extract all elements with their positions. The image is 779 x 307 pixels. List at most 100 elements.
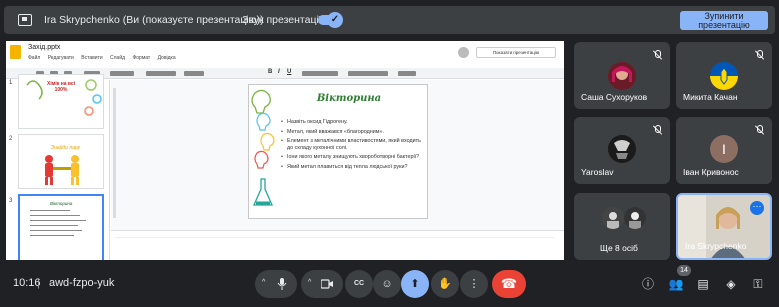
avatar <box>624 207 646 229</box>
people-icon[interactable]: 👥 <box>668 276 684 292</box>
presenting-bar: Ira Skrypchenko (Ви (показуєте презентац… <box>4 6 775 34</box>
lock-icon[interactable]: ⚿ <box>750 276 766 292</box>
slides-header: Захід.pptx Файл Редагувати Вставити Слай… <box>6 41 564 67</box>
raise-hand-icon: ✋ <box>438 278 452 290</box>
presentation-sound-label: Звук презентації <box>242 14 322 26</box>
camera-icon <box>321 279 333 289</box>
avatar-photo <box>608 135 636 163</box>
participant-tile[interactable]: Yaroslav <box>574 117 670 184</box>
raise-hand-button[interactable]: ✋ <box>431 270 459 298</box>
thumb-line <box>30 230 82 231</box>
bold-icon: B <box>268 69 273 75</box>
underline-icon: U <box>287 69 292 75</box>
slide-thumbnail: Знайди пару <box>18 134 104 189</box>
thumb-text: Вікторина <box>50 201 73 206</box>
mic-off-icon <box>652 50 662 60</box>
slide-bullet: Назвіть оксид Гідрогену. <box>281 119 425 126</box>
menu-insert: Вставити <box>81 55 103 61</box>
notes-divider <box>115 237 555 238</box>
presenter-status: Ira Skrypchenko (Ви (показуєте презентац… <box>44 14 264 26</box>
ukraine-flag-avatar <box>710 62 738 90</box>
flask-illustration-icon <box>26 79 102 116</box>
current-slide: Вікторина Назвіть оксид Гідрогену. Метал… <box>248 84 428 219</box>
camera-button[interactable]: ^ <box>301 270 343 298</box>
avatar <box>710 62 738 90</box>
thumb-line <box>30 235 74 236</box>
avatar-initial: I <box>710 135 738 163</box>
thumb-line <box>30 210 70 211</box>
participant-name: Yaroslav <box>581 167 614 177</box>
mic-off-icon <box>754 125 764 135</box>
microphone-icon <box>277 278 287 290</box>
slide-bullets: Назвіть оксид Гідрогену. Метал, який вва… <box>281 119 425 174</box>
participant-name: Саша Сухоруков <box>581 92 648 102</box>
participant-tile[interactable]: Саша Сухоруков <box>574 42 670 109</box>
slide-title: Вікторина <box>316 93 382 104</box>
avatar <box>602 207 624 229</box>
speaker-notes <box>111 230 564 260</box>
format-icon <box>398 71 416 76</box>
font-icon <box>184 71 204 76</box>
menu-help: Довідка <box>157 55 176 61</box>
more-options-icon: ⋮ <box>468 278 480 290</box>
avatar <box>608 62 636 90</box>
present-now-button[interactable]: ⬆ <box>401 270 429 298</box>
menu-format: Формат <box>132 55 151 61</box>
presentation-sound-toggle[interactable]: ✓ <box>318 12 343 28</box>
slide-thumbnails: 1 Хімік на всі 100% 2 Знайди пару 3 Вікт… <box>6 74 110 260</box>
chat-icon[interactable]: ▤ <box>695 276 711 292</box>
thumb-number: 2 <box>9 136 13 142</box>
emoji-button[interactable]: ☺ <box>373 270 401 298</box>
end-call-button[interactable]: ☎ <box>492 270 526 298</box>
list-icon <box>348 71 388 76</box>
mic-off-icon <box>754 50 764 60</box>
info-icon[interactable]: ⓘ <box>640 276 656 292</box>
doc-present-button: Показати презентацію <box>476 47 556 58</box>
lightbulb-flask-illustration-icon <box>251 89 275 206</box>
thumb-line <box>30 215 80 216</box>
meeting-code: awd-fzpo-yuk <box>49 277 115 289</box>
microphone-button[interactable]: ^ <box>255 270 297 298</box>
shape-tools-icon <box>110 71 134 76</box>
participant-tile[interactable]: I Іван Кривонос <box>676 117 772 184</box>
handshake-illustration-icon <box>45 155 79 185</box>
end-call-icon: ☎ <box>500 276 518 291</box>
participant-name: Іван Кривонос <box>683 167 739 177</box>
more-options-icon[interactable]: ⋯ <box>750 201 764 215</box>
slide-bullet: Який метал плавиться від тепла людської … <box>281 164 425 171</box>
participant-name: Микита Качан <box>683 92 738 102</box>
thumb-line <box>30 225 78 226</box>
avatar-photo <box>602 207 624 229</box>
vertical-scrollbar <box>113 88 116 218</box>
thumb-line <box>30 220 86 221</box>
captions-button[interactable]: CC <box>345 270 373 298</box>
menu-file: Файл <box>28 55 41 61</box>
slide-canvas-area: Вікторина Назвіть оксид Гідрогену. Метал… <box>111 80 564 260</box>
more-participants-tile[interactable]: Ще 8 осіб <box>574 193 670 260</box>
activities-icon[interactable]: ◈ <box>723 276 739 292</box>
more-participants-label: Ще 8 осіб <box>600 243 638 253</box>
slide-thumbnail-selected: Вікторина <box>18 194 104 260</box>
avatar <box>608 135 636 163</box>
doc-avatar <box>458 47 469 58</box>
participant-name: Ira Skrypchenko <box>685 241 747 251</box>
line-tools-icon <box>146 71 176 76</box>
shared-screen: Захід.pptx Файл Редагувати Вставити Слай… <box>6 41 564 260</box>
present-screen-icon <box>18 14 32 26</box>
more-options-button[interactable]: ⋮ <box>460 270 488 298</box>
slide-bullet: Метал, який вважався «благородним». <box>281 129 425 136</box>
self-video-tile[interactable]: ⋯ Ira Skrypchenko <box>676 193 772 260</box>
stop-presenting-button[interactable]: Зупинити презентацію <box>680 11 768 30</box>
avatar-photo <box>608 62 636 90</box>
captions-icon: CC <box>353 280 365 287</box>
slides-menu: Файл Редагувати Вставити Слайд Формат До… <box>28 55 182 61</box>
present-screen-icon: ⬆ <box>410 278 420 290</box>
participant-count-badge: 14 <box>677 265 691 276</box>
italic-icon: I <box>278 69 280 75</box>
participant-tile[interactable]: Микита Качан <box>676 42 772 109</box>
thumb-number: 1 <box>9 80 13 86</box>
file-name: Захід.pptx <box>28 44 61 51</box>
mic-off-icon <box>652 125 662 135</box>
chevron-up-icon: ^ <box>308 279 312 286</box>
separator: | <box>37 277 40 289</box>
